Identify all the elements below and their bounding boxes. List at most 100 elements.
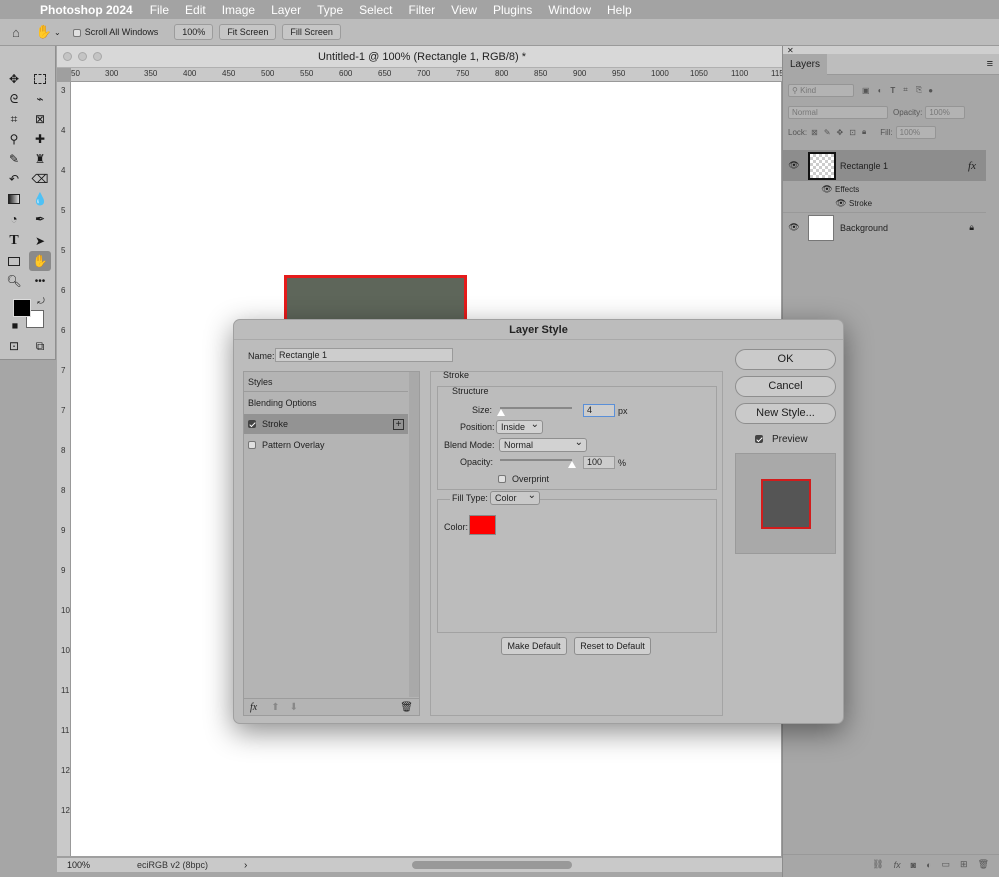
- menu-file[interactable]: File: [150, 3, 169, 17]
- fx-badge-icon[interactable]: fx: [968, 160, 976, 172]
- move-down-icon[interactable]: ⬇: [290, 702, 298, 713]
- menu-image[interactable]: Image: [222, 3, 255, 17]
- filter-smart-object-icon[interactable]: ⎘: [916, 85, 922, 95]
- pattern-overlay-checkbox[interactable]: [248, 441, 256, 449]
- filter-type-icon[interactable]: T: [890, 86, 895, 95]
- ok-button[interactable]: OK: [735, 349, 836, 370]
- horizontal-scrollbar[interactable]: [412, 861, 572, 869]
- new-group-icon[interactable]: ▭: [942, 859, 951, 870]
- pattern-overlay-item[interactable]: Pattern Overlay: [244, 435, 408, 455]
- styles-scrollbar[interactable]: [409, 372, 419, 697]
- scroll-all-windows-checkbox[interactable]: [72, 27, 81, 37]
- filter-kind-select[interactable]: ⚲ Kind: [788, 83, 854, 97]
- lasso-tool-icon[interactable]: ᘓ: [5, 90, 23, 108]
- effects-visibility-eye-icon[interactable]: 👁︎: [821, 183, 833, 195]
- layer-row-rectangle[interactable]: 👁︎ Rectangle 1 fx: [783, 150, 986, 181]
- layer-opacity-field[interactable]: 100%: [925, 105, 966, 119]
- opacity-slider-thumb[interactable]: [568, 461, 576, 468]
- blur-tool-icon[interactable]: 💧: [31, 190, 49, 208]
- cancel-button[interactable]: Cancel: [735, 376, 836, 397]
- link-layers-icon[interactable]: ⛓: [872, 859, 883, 870]
- visibility-eye-icon[interactable]: 👁︎: [788, 160, 800, 172]
- move-up-icon[interactable]: ⬆: [271, 702, 279, 713]
- filter-pixel-icon[interactable]: ▣: [862, 86, 870, 95]
- preview-checkbox[interactable]: [755, 435, 763, 443]
- opacity-input[interactable]: 100: [583, 456, 615, 469]
- new-style-button[interactable]: New Style...: [735, 403, 836, 424]
- crop-tool-icon[interactable]: ⌗: [5, 110, 23, 128]
- zoom-level[interactable]: 100%: [67, 860, 127, 870]
- new-adjustment-icon[interactable]: ◐: [926, 860, 931, 870]
- menu-view[interactable]: View: [451, 3, 477, 17]
- lock-artboard-icon[interactable]: ⊡: [849, 128, 856, 137]
- rectangle-tool-icon[interactable]: [5, 252, 23, 270]
- layer-row-background[interactable]: 👁︎ Background 🔒︎: [783, 212, 986, 242]
- overprint-checkbox[interactable]: [498, 475, 506, 483]
- layer-blend-mode-select[interactable]: Normal: [788, 105, 888, 119]
- brush-tool-icon[interactable]: ✎: [5, 150, 23, 168]
- stroke-effect-row[interactable]: 👁︎ Stroke: [783, 196, 986, 210]
- menu-select[interactable]: Select: [359, 3, 392, 17]
- default-colors-icon[interactable]: ◼: [10, 320, 20, 330]
- fill-type-select[interactable]: Color: [490, 490, 540, 505]
- app-menu[interactable]: Photoshop 2024: [40, 3, 133, 17]
- layer-fill-field[interactable]: 100%: [895, 125, 936, 139]
- blend-mode-select[interactable]: Normal: [499, 437, 587, 452]
- tab-layers[interactable]: Layers: [783, 53, 828, 75]
- fit-screen-button[interactable]: Fit Screen: [219, 24, 277, 40]
- size-slider-track[interactable]: [500, 407, 572, 409]
- filter-shape-icon[interactable]: ⌗: [903, 85, 908, 95]
- filter-toggle-icon[interactable]: ●: [928, 86, 933, 95]
- close-window-button[interactable]: [63, 52, 72, 61]
- add-style-icon[interactable]: fx: [894, 860, 901, 870]
- menu-layer[interactable]: Layer: [271, 3, 301, 17]
- pen-tool-icon[interactable]: ✒: [31, 210, 49, 228]
- swap-colors-icon[interactable]: ⤾: [36, 296, 46, 306]
- menu-plugins[interactable]: Plugins: [493, 3, 532, 17]
- menu-type[interactable]: Type: [317, 3, 343, 17]
- layer-name[interactable]: Background: [840, 223, 888, 233]
- lock-image-icon[interactable]: ✎: [824, 128, 831, 137]
- menu-help[interactable]: Help: [607, 3, 632, 17]
- healing-brush-icon[interactable]: ✚: [31, 130, 49, 148]
- blending-options-item[interactable]: Blending Options: [244, 393, 408, 413]
- zoom-window-button[interactable]: [93, 52, 102, 61]
- home-icon[interactable]: ⌂: [12, 25, 20, 40]
- size-slider-thumb[interactable]: [497, 409, 505, 416]
- stroke-color-swatch[interactable]: [469, 515, 496, 535]
- delete-layer-icon[interactable]: 🗑︎: [978, 859, 989, 870]
- zoom-100-button[interactable]: 100%: [174, 24, 214, 40]
- new-layer-icon[interactable]: ⊞: [960, 859, 968, 870]
- add-mask-icon[interactable]: ◙: [911, 860, 916, 870]
- minimize-window-button[interactable]: [78, 52, 87, 61]
- effects-row[interactable]: 👁︎ Effects: [783, 182, 986, 196]
- eyedropper-tool-icon[interactable]: ⚲: [5, 130, 23, 148]
- reset-to-default-button[interactable]: Reset to Default: [574, 637, 651, 655]
- stamp-tool-icon[interactable]: ♜: [31, 150, 49, 168]
- hand-tool-icon[interactable]: ✋: [36, 24, 52, 40]
- quick-select-tool-icon[interactable]: ⌁: [31, 90, 49, 108]
- stroke-checkbox[interactable]: [248, 420, 256, 428]
- zoom-tool-icon[interactable]: 🔍︎: [5, 272, 23, 290]
- stroke-visibility-eye-icon[interactable]: 👁︎: [835, 197, 847, 209]
- add-stroke-icon[interactable]: +: [393, 418, 404, 430]
- gradient-tool-icon[interactable]: [5, 190, 23, 208]
- frame-tool-icon[interactable]: ⊠: [31, 110, 49, 128]
- lock-transparent-icon[interactable]: ⊠: [811, 128, 818, 137]
- fx-icon[interactable]: fx: [250, 702, 257, 713]
- quick-mask-icon[interactable]: ⊡: [5, 337, 23, 355]
- lock-position-icon[interactable]: ✥: [837, 128, 844, 137]
- chevron-down-icon[interactable]: ⌄: [54, 28, 61, 37]
- dodge-tool-icon[interactable]: ◔: [5, 210, 23, 228]
- delete-effect-icon[interactable]: 🗑︎: [400, 702, 413, 713]
- foreground-color-swatch[interactable]: [13, 299, 31, 317]
- panel-menu-icon[interactable]: ≡: [987, 58, 993, 70]
- style-name-input[interactable]: Rectangle 1: [275, 348, 453, 362]
- size-input[interactable]: 4: [583, 404, 615, 417]
- position-select[interactable]: Inside: [496, 419, 543, 434]
- move-tool-icon[interactable]: ✥: [5, 70, 23, 88]
- more-tools-icon[interactable]: •••: [31, 272, 49, 290]
- opacity-slider-track[interactable]: [500, 459, 572, 461]
- menu-filter[interactable]: Filter: [408, 3, 435, 17]
- history-brush-icon[interactable]: ↶: [5, 170, 23, 188]
